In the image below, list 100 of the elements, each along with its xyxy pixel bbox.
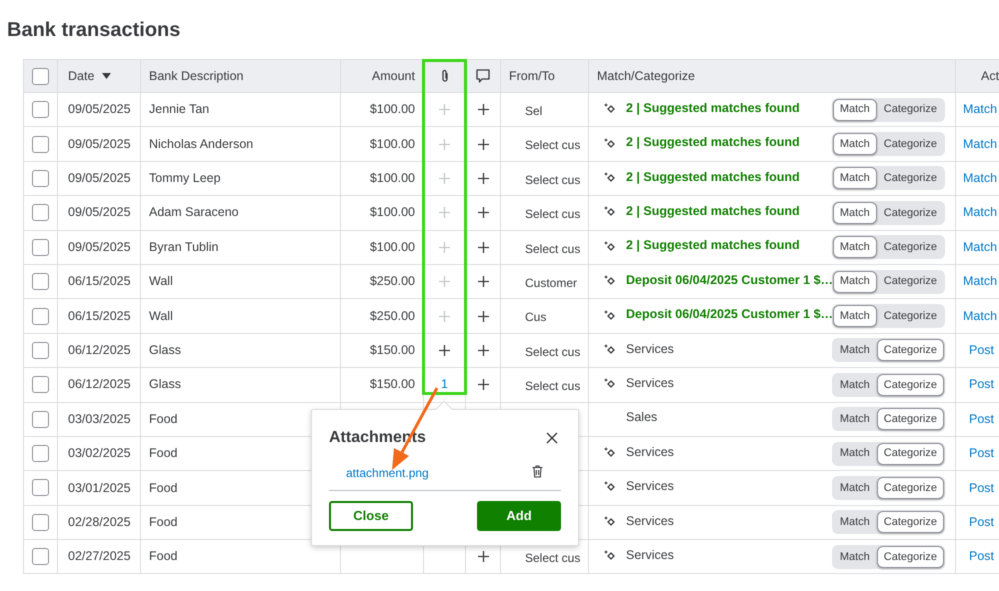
toggle-option[interactable]: Categorize	[876, 167, 944, 190]
amount-text: $100.00	[370, 170, 415, 188]
toggle-option[interactable]: Match	[832, 167, 877, 190]
toggle-option[interactable]: Match	[832, 202, 877, 224]
plus-icon[interactable]	[478, 551, 488, 562]
toggle-option[interactable]: Categorize	[876, 236, 944, 258]
toggle-option[interactable]: Categorize	[876, 442, 944, 465]
column-header[interactable]: Act	[981, 66, 999, 86]
plus-icon[interactable]	[478, 344, 488, 356]
checkbox[interactable]	[32, 204, 49, 222]
action-link[interactable]: Match	[963, 100, 998, 120]
customer-select[interactable]: Cus	[525, 308, 546, 326]
toggle-option[interactable]: Categorize	[876, 270, 944, 293]
toggle-option[interactable]: Categorize	[876, 98, 944, 121]
column-header[interactable]: Date	[68, 66, 94, 86]
customer-select[interactable]: Select cus	[525, 170, 580, 189]
date-text: 02/28/2025	[68, 514, 131, 531]
checkbox[interactable]	[32, 445, 49, 462]
toggle-option[interactable]: Categorize	[876, 511, 944, 534]
action-link[interactable]: Post	[969, 547, 994, 566]
customer-select[interactable]: Select cus	[525, 240, 580, 258]
action-link[interactable]: Match	[963, 203, 998, 222]
customer-select[interactable]: Select cus	[525, 342, 580, 361]
toggle-option[interactable]: Match	[832, 236, 877, 258]
checkbox[interactable]	[32, 101, 49, 118]
plus-icon[interactable]	[478, 276, 488, 288]
plus-icon[interactable]	[478, 207, 488, 218]
checkbox[interactable]	[32, 514, 49, 531]
toggle-option[interactable]: Match	[832, 442, 877, 465]
plus-icon[interactable]	[478, 104, 488, 116]
toggle-option[interactable]: Match	[832, 270, 877, 293]
category-text: Sales	[626, 409, 658, 426]
checkbox[interactable]	[32, 479, 49, 496]
action-link[interactable]: Post	[969, 375, 994, 394]
checkbox[interactable]	[32, 410, 49, 428]
sort-down-icon[interactable]	[102, 73, 112, 79]
toggle-option[interactable]: Categorize	[876, 133, 944, 156]
checkbox[interactable]	[32, 376, 49, 394]
customer-select[interactable]: Select cus	[525, 205, 580, 224]
sparkle-icon	[604, 102, 616, 114]
checkbox[interactable]	[32, 136, 49, 153]
action-link[interactable]: Post	[969, 513, 994, 532]
plus-icon[interactable]	[439, 344, 450, 356]
toggle-option[interactable]: Match	[832, 374, 877, 396]
toggle-option[interactable]: Match	[832, 98, 877, 121]
checkbox[interactable]	[32, 548, 49, 566]
date-text: 06/15/2025	[68, 273, 131, 290]
toggle-option[interactable]: Match	[832, 511, 877, 534]
customer-select[interactable]: Customer	[525, 274, 578, 292]
checkbox[interactable]	[32, 68, 49, 84]
trash-icon[interactable]	[532, 465, 543, 478]
close-icon[interactable]	[546, 432, 558, 444]
amount-text: $100.00	[370, 101, 415, 118]
checkbox[interactable]	[32, 342, 49, 359]
checkbox[interactable]	[32, 308, 49, 325]
add-button[interactable]: Add	[477, 501, 561, 531]
action-link[interactable]: Post	[969, 410, 994, 429]
customer-select[interactable]: Select cus	[525, 549, 580, 568]
plus-icon[interactable]	[478, 172, 488, 184]
column-header[interactable]: Amount	[372, 66, 415, 86]
column-header[interactable]: From/To	[509, 66, 555, 86]
action-link[interactable]: Post	[969, 341, 994, 360]
plus-icon[interactable]	[478, 379, 488, 390]
toggle-option[interactable]: Categorize	[876, 546, 944, 568]
toggle-option[interactable]: Match	[832, 133, 877, 156]
column-header[interactable]: Match/Categorize	[597, 66, 695, 86]
action-link[interactable]: Match	[963, 238, 998, 257]
toggle-option[interactable]: Categorize	[876, 476, 944, 499]
category-text: Services	[626, 546, 674, 564]
description-text: Jennie Tan	[149, 101, 210, 118]
checkbox[interactable]	[32, 238, 49, 256]
plus-icon[interactable]	[478, 310, 488, 322]
toggle-option[interactable]: Categorize	[876, 339, 944, 362]
customer-select[interactable]: Select cus	[525, 136, 580, 154]
action-link[interactable]: Match	[963, 134, 998, 154]
toggle-option[interactable]: Match	[832, 546, 877, 568]
amount-text: $250.00	[370, 273, 415, 290]
attachment-count[interactable]: 1	[441, 375, 448, 394]
action-link[interactable]: Match	[963, 169, 998, 188]
toggle-option[interactable]: Match	[832, 305, 877, 328]
toggle-option[interactable]: Categorize	[876, 202, 944, 224]
action-link[interactable]: Match	[963, 306, 998, 326]
toggle-option[interactable]: Categorize	[876, 408, 944, 430]
plus-icon[interactable]	[478, 138, 488, 150]
customer-select[interactable]: Sel	[525, 102, 542, 120]
plus-icon[interactable]	[478, 242, 488, 253]
toggle-option[interactable]: Match	[832, 339, 877, 362]
toggle-option[interactable]: Categorize	[876, 374, 944, 396]
action-link[interactable]: Post	[969, 478, 994, 498]
toggle-option[interactable]: Categorize	[876, 305, 944, 328]
action-link[interactable]: Match	[963, 272, 998, 292]
action-link[interactable]: Post	[969, 444, 994, 463]
toggle-option[interactable]: Match	[832, 408, 877, 430]
customer-select[interactable]: Select cus	[525, 377, 580, 396]
file-link[interactable]: attachment.png	[346, 464, 429, 482]
checkbox[interactable]	[32, 273, 49, 290]
checkbox[interactable]	[32, 170, 49, 187]
column-header[interactable]: Bank Description	[149, 66, 244, 86]
close-button[interactable]: Close	[329, 501, 413, 531]
toggle-option[interactable]: Match	[832, 476, 877, 499]
